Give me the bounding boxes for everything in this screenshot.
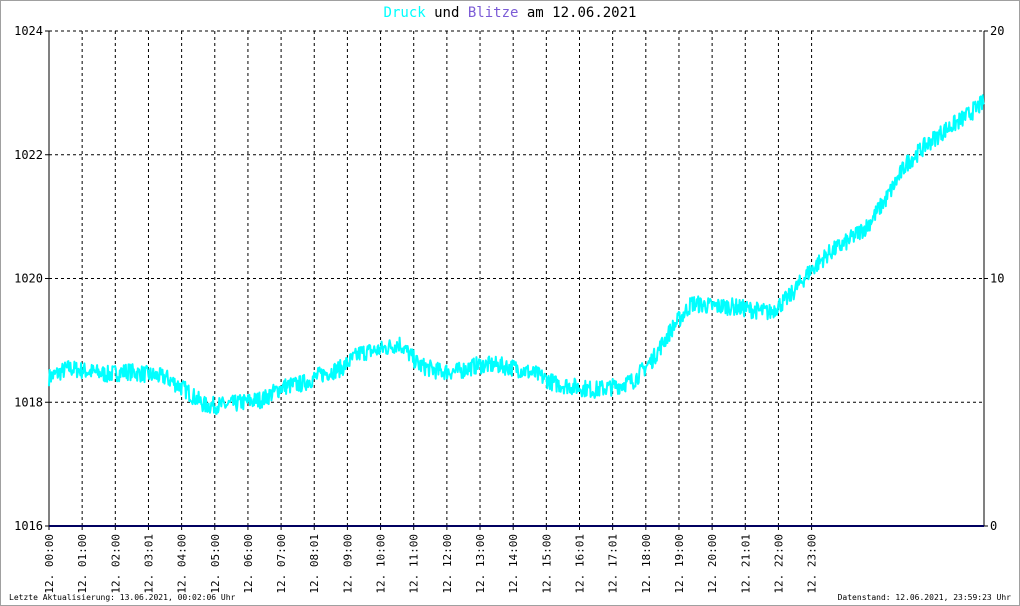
y-left-tick-label: 1020 — [14, 272, 43, 286]
y-right-tick-label: 0 — [990, 519, 997, 533]
footer-last-update: Letzte Aktualisierung: 13.06.2021, 00:02… — [9, 593, 236, 602]
x-tick-label: 12. 18:00 — [640, 534, 653, 594]
x-tick-label: 12. 19:00 — [673, 534, 686, 594]
x-tick-label: 12. 21:01 — [739, 534, 752, 594]
x-tick-label: 12. 11:00 — [408, 534, 421, 594]
x-tick-label: 12. 17:01 — [607, 534, 620, 594]
y-left-tick-label: 1024 — [14, 24, 43, 38]
x-tick-label: 12. 06:00 — [242, 534, 255, 594]
x-tick-label: 12. 08:01 — [308, 534, 321, 594]
footer-data-status: Datenstand: 12.06.2021, 23:59:23 Uhr — [837, 593, 1011, 602]
y-left-tick-label: 1022 — [14, 148, 43, 162]
x-tick-label: 12. 22:00 — [772, 534, 785, 594]
y-right-tick-label: 10 — [990, 272, 1004, 286]
x-tick-label: 12. 12:00 — [441, 534, 454, 594]
x-tick-label: 12. 15:00 — [540, 534, 553, 594]
series-druck-line — [48, 94, 985, 415]
x-tick-label: 12. 13:00 — [474, 534, 487, 594]
x-tick-label: 12. 09:00 — [341, 534, 354, 594]
x-tick-label: 12. 20:00 — [706, 534, 719, 594]
x-tick-label: 12. 02:00 — [109, 534, 122, 594]
x-tick-label: 12. 10:00 — [375, 534, 388, 594]
y-left-tick-label: 1018 — [14, 395, 43, 409]
y-right-tick-label: 20 — [990, 24, 1004, 38]
x-tick-label: 12. 05:00 — [209, 534, 222, 594]
y-left-tick-label: 1016 — [14, 519, 43, 533]
x-tick-label: 12. 03:01 — [142, 534, 155, 594]
x-tick-label: 12. 14:00 — [507, 534, 520, 594]
x-tick-label: 12. 04:00 — [176, 534, 189, 594]
pressure-lightning-chart: 101610181020102210240102012. 00:00 12. 01… — [14, 24, 1004, 594]
x-tick-label: 12. 00:00 — [43, 534, 56, 594]
x-tick-label: 12. 01:00 — [76, 534, 89, 594]
x-tick-label: 12. 16:01 — [573, 534, 586, 594]
x-tick-label: 12. 23:00 — [806, 534, 819, 594]
x-tick-label: 12. 07:00 — [275, 534, 288, 594]
